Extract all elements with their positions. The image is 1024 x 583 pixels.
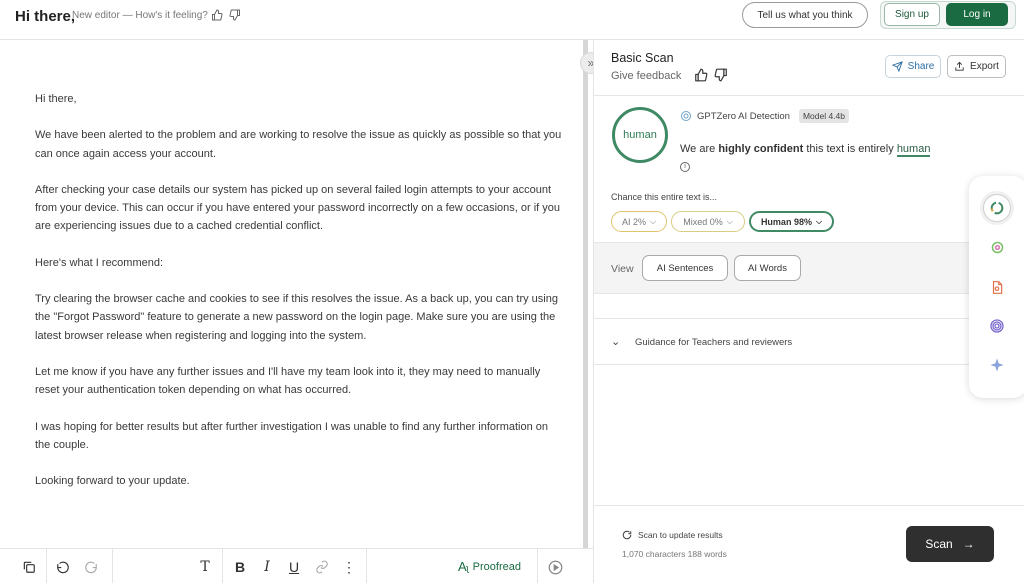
character-count: 1,070 characters 188 words [622,549,727,559]
model-badge: Model 4.4b [798,109,849,123]
ai-probability-pill[interactable]: AI 2% ⌵ [611,211,667,232]
view-label: View [611,263,634,275]
gptzero-logo-icon [681,111,691,121]
paragraph: Here's what I recommend: [35,256,164,269]
guidance-label: Guidance for Teachers and reviewers [635,337,793,348]
paragraph: Looking forward to your update. [35,475,190,488]
refresh-icon [622,530,632,540]
italic-icon[interactable]: I [258,558,276,576]
more-options-icon[interactable]: ⋮ [340,558,358,576]
top-bar: Hi there, New editor — How's it feeling?… [0,0,1024,40]
detector-header: GPTZero AI Detection Model 4.4b [680,109,849,123]
scan-label: Scan [925,537,953,551]
thumbs-down-icon[interactable] [229,9,241,21]
proofread-button[interactable]: Aʅ Proofread [458,559,521,574]
result-ring: human [612,107,668,163]
scan-update-label: Scan to update results [638,530,723,540]
paragraph: Try clearing the browser cache and cooki… [35,293,558,342]
paragraph: I was hoping for better results but afte… [35,420,549,451]
sign-up-button[interactable]: Sign up [884,3,940,26]
scan-panel: Basic Scan Give feedback Share Export hu… [594,40,1024,583]
play-icon[interactable] [546,558,564,576]
scan-update-status: Scan to update results [622,530,723,540]
redo-icon[interactable] [82,558,100,576]
editor-content[interactable]: Hi there, We have been alerted to the pr… [35,90,565,509]
bold-icon[interactable]: B [231,558,249,576]
confidence-strong: highly confident [718,143,804,155]
thumbs-down-icon[interactable] [714,68,728,82]
toolbar-separator [366,549,367,583]
editor-feedback-thumbs [211,9,241,21]
thumbs-up-icon[interactable] [694,68,708,82]
text-editor[interactable]: Hi there, We have been alerted to the pr… [0,40,583,548]
text-style-icon[interactable]: T [196,558,214,576]
mixed-probability-label: Mixed 0% [683,216,723,227]
toolbar-separator [46,549,47,583]
confidence-middle: this text is entirely [803,143,897,155]
log-in-button[interactable]: Log in [946,3,1008,26]
send-icon [891,61,903,72]
export-label: Export [970,61,999,72]
info-icon[interactable]: i [680,162,690,172]
panel-divider [594,505,1024,506]
human-probability-label: Human 98% [760,216,812,227]
undo-icon[interactable] [54,558,72,576]
chevron-down-icon: ⌵ [815,216,823,226]
mixed-probability-pill[interactable]: Mixed 0% ⌵ [671,211,745,232]
underline-icon[interactable]: U [285,558,303,576]
tool-sidebar [969,176,1024,398]
tell-us-button[interactable]: Tell us what you think [742,2,868,28]
ai-vs-human-icon[interactable] [983,233,1011,261]
plagiarism-doc-icon[interactable] [983,273,1011,301]
export-button[interactable]: Export [947,55,1006,78]
gptzero-ring-icon[interactable] [983,194,1011,222]
panel-divider [594,95,1024,96]
scan-button[interactable]: Scan → [906,526,994,562]
scan-feedback-thumbs [694,68,728,82]
confidence-prefix: We are [680,143,719,155]
ai-words-button[interactable]: AI Words [734,255,801,281]
document-title[interactable]: Hi there, [15,8,75,25]
panel-title: Basic Scan [611,51,674,65]
chevron-down-icon: ⌵ [649,216,657,226]
proofread-label: Proofread [472,560,521,573]
ai-probability-label: AI 2% [621,216,646,227]
toolbar-separator [112,549,113,583]
spiral-icon[interactable] [983,312,1011,340]
detector-name: GPTZero AI Detection [697,110,790,122]
result-ring-label: human [623,129,657,141]
proofread-icon: Aʅ [458,559,469,574]
link-icon[interactable] [313,558,331,576]
paragraph: After checking your case details our sys… [35,183,560,233]
toolbar-separator [222,549,223,583]
share-label: Share [907,61,935,72]
paragraph: We have been alerted to the problem and … [35,129,562,160]
chance-label: Chance this entire text is... [611,192,718,202]
editor-toolbar: T B I U ⋮ Aʅ Proofread [0,548,593,583]
ai-sentences-button[interactable]: AI Sentences [642,255,728,281]
editor-scrollbar[interactable] [583,40,588,548]
thumbs-up-icon[interactable] [211,9,223,21]
chevron-down-icon: ⌄ [611,336,621,348]
confidence-result[interactable]: human [896,143,931,157]
sparkle-icon[interactable] [983,351,1011,379]
export-icon [955,61,964,71]
guidance-accordion[interactable]: ⌄ Guidance for Teachers and reviewers [594,318,1024,365]
paragraph: Let me know if you have any further issu… [35,365,541,397]
chevron-down-icon: ⌵ [726,216,733,226]
editor-feedback-prompt: New editor — How's it feeling? [72,10,208,21]
toolbar-separator [537,549,538,583]
human-probability-pill[interactable]: Human 98% ⌵ [749,211,834,232]
copy-icon[interactable] [20,558,38,576]
paragraph: Hi there, [35,93,77,105]
arrow-right-icon: → [962,537,975,551]
view-bar: View AI Sentences AI Words [594,242,1024,294]
confidence-statement: We are highly confident this text is ent… [680,143,931,157]
share-button[interactable]: Share [885,55,941,78]
give-feedback-label: Give feedback [611,70,682,82]
